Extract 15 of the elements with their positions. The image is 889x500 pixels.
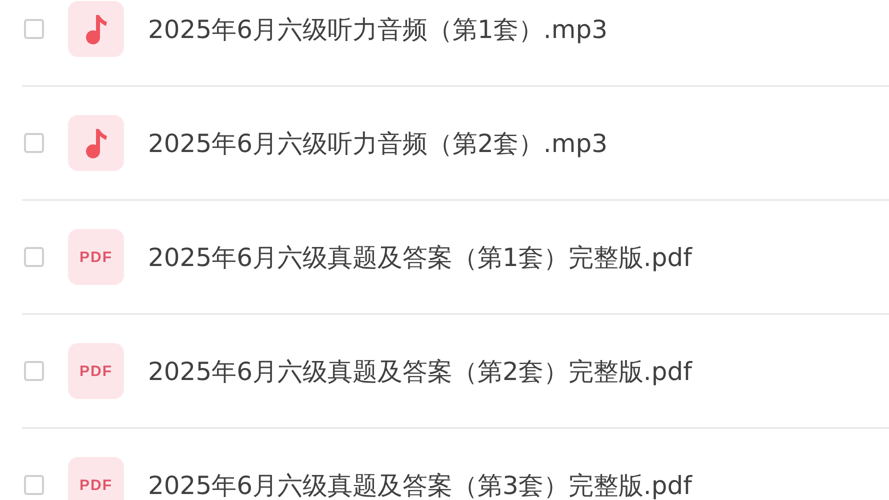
file-name[interactable]: 2025年6月六级真题及答案（第1套）完整版.pdf [148,240,692,274]
music-note-icon [68,1,124,57]
pdf-icon: PDF [68,457,124,500]
checkbox[interactable] [24,19,44,39]
checkbox[interactable] [24,475,44,495]
music-note-icon [68,115,124,171]
checkbox[interactable] [24,247,44,267]
file-name[interactable]: 2025年6月六级真题及答案（第2套）完整版.pdf [148,354,692,388]
file-name[interactable]: 2025年6月六级听力音频（第2套）.mp3 [148,126,608,160]
pdf-icon: PDF [68,343,124,399]
checkbox[interactable] [24,133,44,153]
file-name[interactable]: 2025年6月六级真题及答案（第3套）完整版.pdf [148,468,692,500]
file-name[interactable]: 2025年6月六级听力音频（第1套）.mp3 [148,12,608,46]
pdf-icon: PDF [68,229,124,285]
checkbox[interactable] [24,361,44,381]
